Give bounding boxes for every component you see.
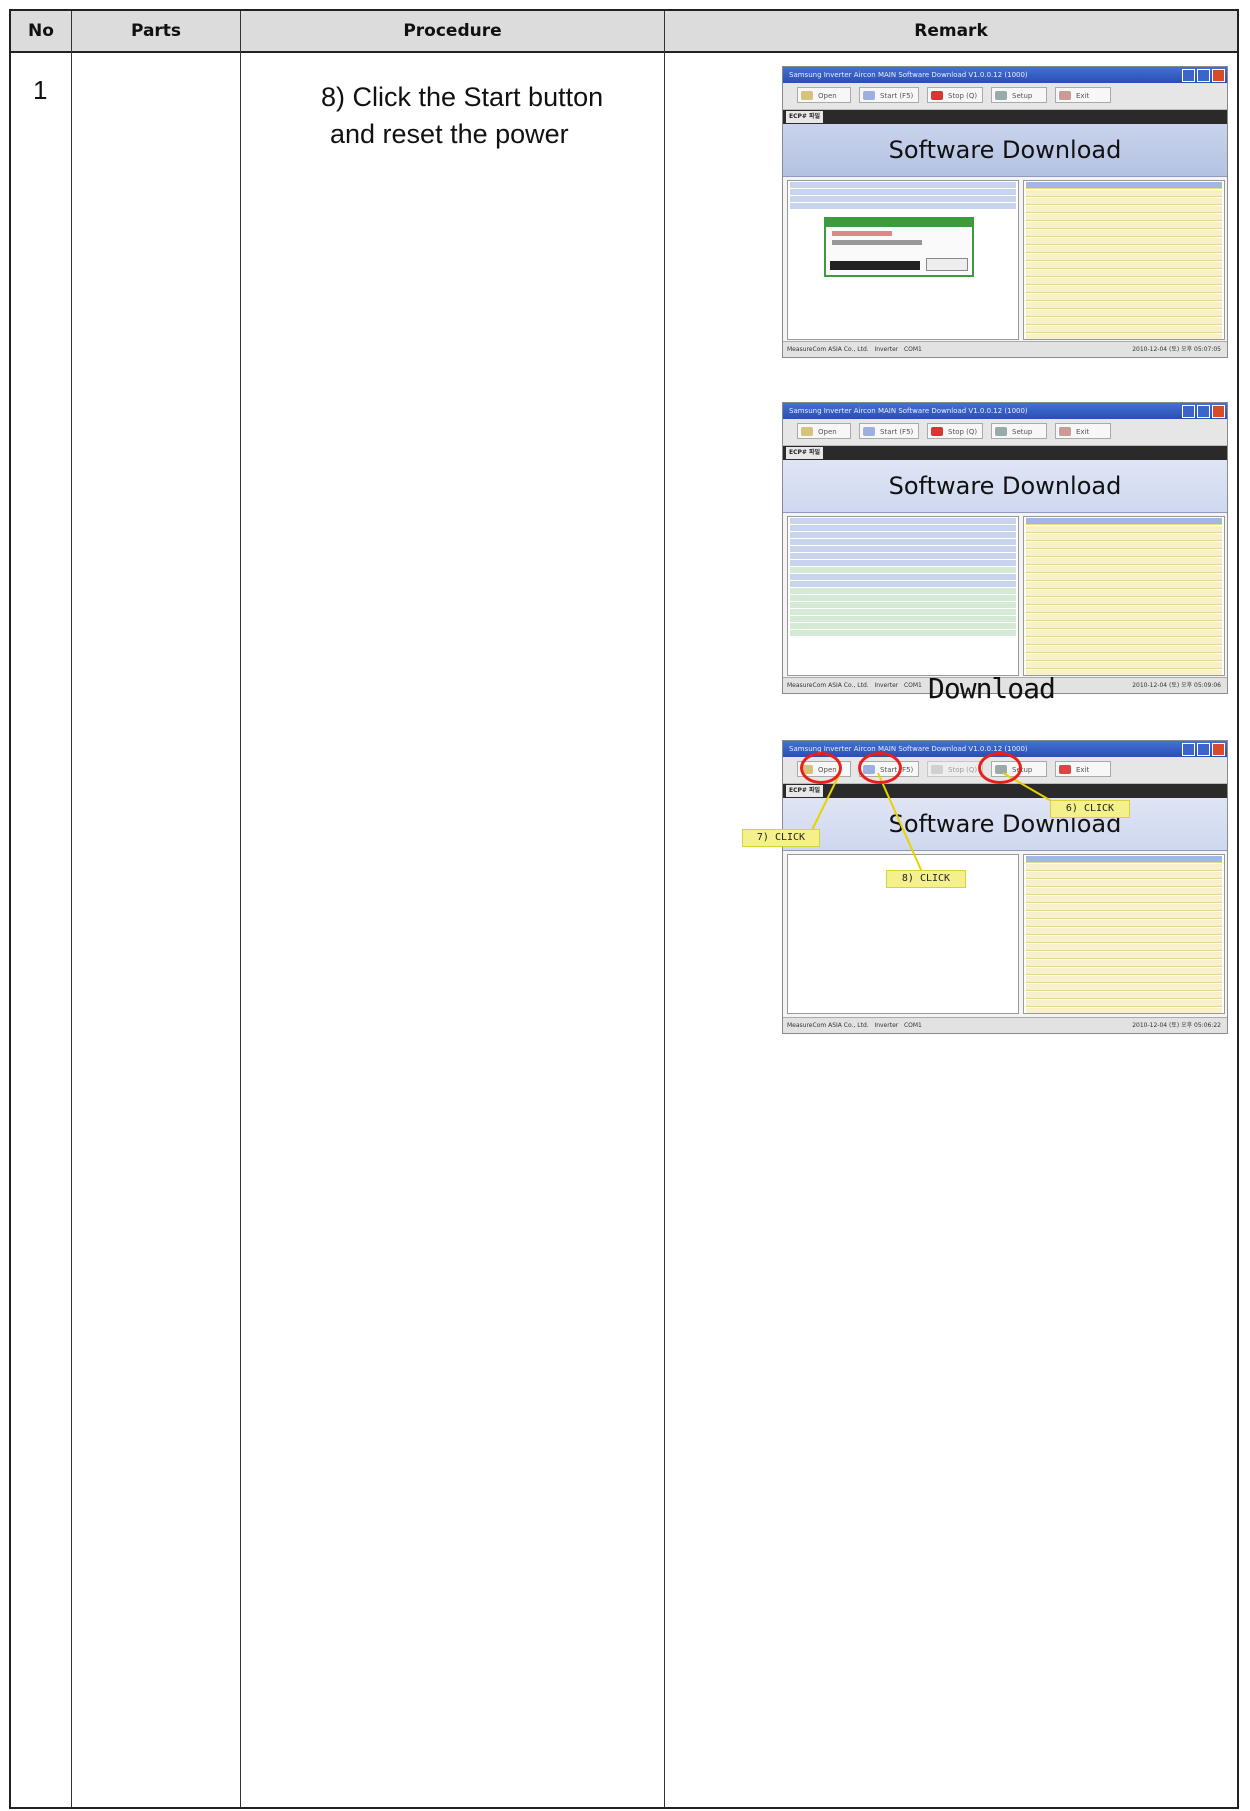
cancel-button — [926, 258, 968, 271]
window-controls — [1182, 743, 1225, 756]
header-remark: Remark — [914, 21, 988, 41]
callout-step-6: 6) CLICK — [1050, 800, 1130, 818]
exit-icon — [1059, 427, 1071, 436]
setup-highlight-ring — [978, 752, 1022, 784]
status-bar: MeasureCom ASIA Co., Ltd. Inverter COM1 … — [783, 341, 1227, 357]
start-button: Start (F5) — [859, 423, 919, 439]
gear-icon — [995, 91, 1007, 100]
status-bar: MeasureCom ASIA Co., Ltd. Inverter COM1 … — [783, 1017, 1227, 1033]
window-controls — [1182, 69, 1225, 82]
procedure-text: 8) Click the Start button and reset the … — [321, 79, 603, 153]
window-title: Samsung Inverter Aircon MAIN Software Do… — [783, 67, 1227, 83]
file-path-bar: ECP# 파일 — [783, 446, 1227, 460]
close-icon — [1212, 69, 1225, 82]
setup-button: Setup — [991, 87, 1047, 103]
callout-step-8: 8) CLICK — [886, 870, 966, 888]
stop-button: Stop (Q) — [927, 761, 983, 777]
screenshot-download-log: Samsung Inverter Aircon MAIN Software Do… — [782, 402, 1228, 694]
download-dialog — [824, 217, 974, 277]
start-highlight-ring — [858, 752, 902, 784]
column-divider — [664, 11, 665, 1807]
window-title: Samsung Inverter Aircon MAIN Software Do… — [783, 403, 1227, 419]
file-path-bar: ECP# 파일 — [783, 110, 1227, 124]
start-button: Start (F5) — [859, 87, 919, 103]
stop-icon — [931, 427, 943, 436]
screenshot-click-steps: Samsung Inverter Aircon MAIN Software Do… — [782, 740, 1228, 1034]
play-icon — [863, 91, 875, 100]
exit-icon — [1059, 91, 1071, 100]
toolbar: Open Start (F5) Stop (Q) Setup Exit — [783, 419, 1227, 446]
minimize-icon — [1182, 743, 1195, 756]
table-header: No Parts Procedure Remark — [11, 11, 1237, 53]
exit-button: Exit — [1055, 761, 1111, 777]
column-divider — [71, 11, 72, 1807]
maximize-icon — [1197, 743, 1210, 756]
play-icon — [863, 427, 875, 436]
header-no: No — [28, 21, 54, 41]
software-download-banner: Software Download — [783, 460, 1227, 513]
close-icon — [1212, 405, 1225, 418]
open-button: Open — [797, 423, 851, 439]
log-pane — [787, 516, 1019, 676]
folder-icon — [801, 427, 813, 436]
stop-icon — [931, 91, 943, 100]
procedure-line: and reset the power — [330, 119, 569, 149]
software-download-banner: Software Download — [783, 124, 1227, 177]
folder-icon — [801, 91, 813, 100]
header-parts: Parts — [130, 21, 182, 41]
setup-button: Setup — [991, 423, 1047, 439]
exit-button: Exit — [1055, 87, 1111, 103]
procedure-line: 8) Click the Start button — [321, 82, 604, 112]
open-button: Open — [797, 87, 851, 103]
close-icon — [1212, 743, 1225, 756]
data-pane — [1023, 180, 1225, 340]
gear-icon — [995, 427, 1007, 436]
header-procedure: Procedure — [403, 21, 502, 41]
exit-button: Exit — [1055, 423, 1111, 439]
stop-button: Stop (Q) — [927, 87, 983, 103]
stop-icon — [931, 765, 943, 774]
toolbar: Open Start (F5) Stop (Q) Setup Exit — [783, 83, 1227, 110]
row-number: 1 — [33, 75, 48, 105]
maximize-icon — [1197, 69, 1210, 82]
stop-button: Stop (Q) — [927, 423, 983, 439]
exit-icon — [1059, 765, 1071, 774]
download-label: Download — [928, 672, 1056, 705]
log-pane — [787, 180, 1019, 340]
data-pane — [1023, 854, 1225, 1014]
data-pane — [1023, 516, 1225, 676]
minimize-icon — [1182, 69, 1195, 82]
column-divider — [240, 11, 241, 1807]
screenshot-download-in-progress: Samsung Inverter Aircon MAIN Software Do… — [782, 66, 1228, 358]
file-path-bar: ECP# 파일 — [783, 784, 1227, 798]
software-download-banner: Software Download — [783, 798, 1227, 851]
open-highlight-ring — [800, 752, 842, 784]
minimize-icon — [1182, 405, 1195, 418]
progress-bar — [830, 261, 920, 270]
callout-step-7: 7) CLICK — [742, 829, 820, 847]
maximize-icon — [1197, 405, 1210, 418]
window-controls — [1182, 405, 1225, 418]
